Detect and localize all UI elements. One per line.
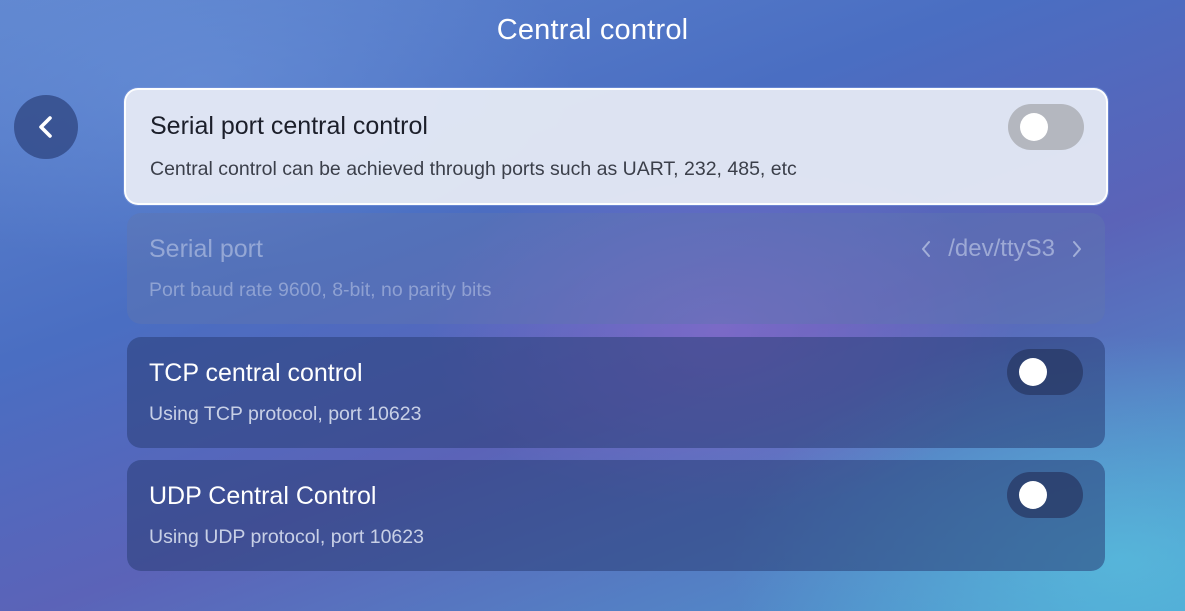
serial-central-toggle[interactable] — [1008, 104, 1084, 150]
setting-title: UDP Central Control — [149, 482, 377, 510]
back-button[interactable] — [14, 95, 78, 159]
setting-title: Serial port central control — [150, 112, 428, 140]
chevron-left-icon — [922, 241, 931, 257]
serial-port-value: /dev/ttyS3 — [948, 235, 1055, 262]
serial-port-selector: /dev/ttyS3 — [920, 235, 1083, 263]
toggle-knob — [1020, 113, 1048, 141]
setting-description: Using UDP protocol, port 10623 — [149, 526, 424, 548]
udp-central-control-item[interactable]: UDP Central Control Using UDP protocol, … — [127, 460, 1105, 571]
setting-title: TCP central control — [149, 359, 363, 387]
chevron-right-icon — [1073, 241, 1081, 257]
serial-port-central-control-item[interactable]: Serial port central control Central cont… — [124, 88, 1108, 205]
chevron-left-icon — [39, 116, 52, 138]
page-title: Central control — [496, 14, 689, 46]
toggle-knob — [1019, 358, 1047, 386]
tcp-central-control-item[interactable]: TCP central control Using TCP protocol, … — [127, 337, 1105, 448]
tcp-central-toggle[interactable] — [1007, 349, 1083, 395]
serial-port-item: Serial port Port baud rate 9600, 8-bit, … — [127, 213, 1105, 324]
prev-port-button[interactable] — [920, 239, 932, 259]
setting-description: Port baud rate 9600, 8-bit, no parity bi… — [149, 279, 492, 301]
next-port-button[interactable] — [1071, 239, 1083, 259]
toggle-knob — [1019, 481, 1047, 509]
setting-description: Using TCP protocol, port 10623 — [149, 403, 422, 425]
udp-central-toggle[interactable] — [1007, 472, 1083, 518]
setting-description: Central control can be achieved through … — [150, 158, 797, 180]
setting-title: Serial port — [149, 235, 263, 263]
